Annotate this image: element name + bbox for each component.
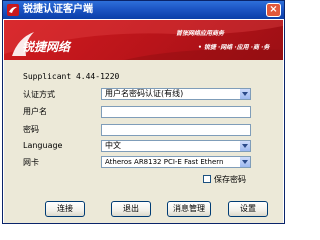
- title-bar[interactable]: 锐捷认证客户端 ×: [3, 1, 284, 19]
- window-title: 锐捷认证客户端: [23, 4, 93, 15]
- auth-mode-label: 认证方式: [23, 90, 55, 99]
- brand-logo-text: 锐捷网络: [22, 40, 71, 54]
- save-password-label: 保存密码: [214, 175, 246, 184]
- username-label: 用户名: [23, 107, 47, 116]
- save-password-checkbox[interactable]: [203, 175, 211, 183]
- language-value: 中文: [105, 141, 121, 150]
- nic-value: Atheros AR8132 PCI-E Fast Ethern: [105, 158, 224, 166]
- close-button[interactable]: ×: [266, 3, 281, 17]
- exit-button[interactable]: 退出: [111, 201, 151, 217]
- language-select[interactable]: 中文: [101, 140, 251, 152]
- chevron-down-icon[interactable]: [239, 141, 250, 151]
- brand-banner: 锐捷网络 首张网络应用商务 • 锐捷 ·网络 ·应用 ·商 ·务: [4, 20, 283, 60]
- connect-button[interactable]: 连接: [45, 201, 85, 217]
- message-manage-button[interactable]: 消息管理: [167, 201, 211, 217]
- client-window: 锐捷认证客户端 × 锐捷网络 首张网络应用商务 • 锐捷 ·网络 ·应用 ·商 …: [2, 0, 285, 224]
- nic-label: 网卡: [23, 158, 39, 167]
- settings-button[interactable]: 设置: [228, 201, 268, 217]
- password-label: 密码: [23, 125, 39, 134]
- close-icon[interactable]: ×: [269, 4, 277, 15]
- language-label: Language: [23, 141, 63, 150]
- banner-slogan-line1: 首张网络应用商务: [176, 30, 225, 37]
- app-logo-icon: [7, 4, 19, 16]
- chevron-down-icon[interactable]: [239, 157, 250, 167]
- auth-mode-value: 用户名密码认证(有线): [105, 89, 184, 98]
- username-input[interactable]: [101, 106, 251, 118]
- password-input[interactable]: [101, 124, 251, 136]
- version-label: Supplicant 4.44-1220: [23, 72, 120, 81]
- chevron-down-icon[interactable]: [239, 89, 250, 99]
- nic-select[interactable]: Atheros AR8132 PCI-E Fast Ethern: [101, 156, 251, 168]
- auth-mode-select[interactable]: 用户名密码认证(有线): [101, 88, 251, 100]
- banner-slogan-line2: • 锐捷 ·网络 ·应用 ·商 ·务: [198, 44, 270, 51]
- login-form: Supplicant 4.44-1220 认证方式 用户名密码认证(有线) 用户…: [4, 60, 283, 223]
